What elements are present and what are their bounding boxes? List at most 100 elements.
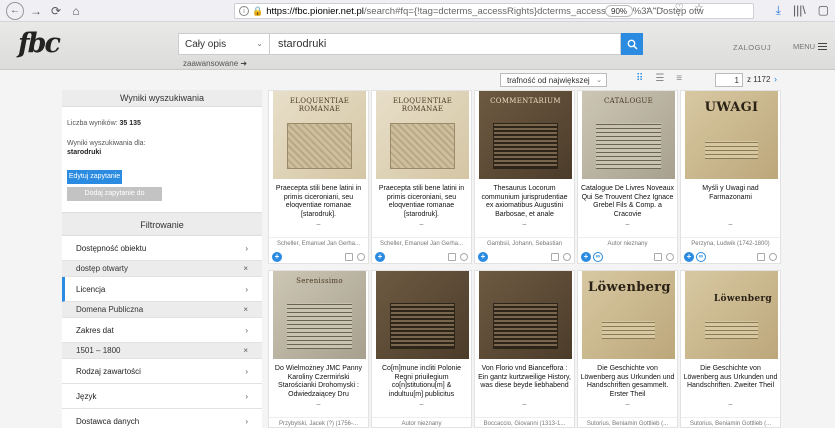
add-icon[interactable]: + [581, 252, 591, 262]
result-card[interactable]: UWAGI Myśli y Uwagi nad Farmazonami – Pe… [680, 90, 781, 264]
result-title[interactable]: Praecepta stili bene latini in primis ci… [374, 185, 469, 219]
document-icon[interactable] [551, 253, 559, 261]
add-to-favorites-button[interactable]: Dodaj zapytanie do ulubionych [67, 187, 162, 211]
chevron-right-icon: › [245, 285, 248, 294]
result-author: Przybylski, Jacek (?) (1756-... [269, 417, 368, 427]
share-icon[interactable] [666, 253, 674, 261]
result-title[interactable]: Von Florio vnd Bianceffora : Ein gantz k… [477, 365, 572, 391]
advanced-search-link[interactable]: zaawansowane ➜ [183, 59, 247, 68]
result-thumbnail[interactable]: Löwenberg [685, 271, 778, 359]
remove-filter-icon[interactable]: × [243, 261, 248, 277]
result-title[interactable]: Do Wielmożney JMC Panny Karoliny Czermiń… [271, 365, 366, 399]
result-card[interactable]: Co[m]mune incliti Polonie Regni priuileg… [371, 270, 472, 428]
result-title[interactable]: Die Geschichte von Löwenberg aus Urkunde… [580, 365, 675, 399]
document-icon[interactable] [448, 253, 456, 261]
library-icon[interactable]: |||\ [793, 3, 806, 18]
search-button[interactable] [621, 33, 643, 55]
page-actions-icons[interactable]: ··· ♡ ☆ [646, 3, 707, 14]
result-author: Gambsii, Johann, Sebastian [475, 237, 574, 247]
result-card[interactable]: Löwenberg Die Geschichte von Löwenberg a… [680, 270, 781, 428]
result-dash: – [522, 401, 527, 408]
share-icon[interactable] [460, 253, 468, 261]
thumbnail-text: ELOQUENTIAE ROMANAE [289, 97, 350, 113]
reload-icon[interactable]: ⟳ [48, 3, 64, 19]
search-icon [627, 39, 638, 50]
search-input[interactable]: starodruki [270, 33, 621, 55]
result-thumbnail[interactable]: ELOQUENTIAE ROMANAE [273, 91, 366, 179]
result-thumbnail[interactable]: Serenissimo [273, 271, 366, 359]
remove-filter-icon[interactable]: × [243, 343, 248, 359]
info-icon[interactable]: i [239, 6, 249, 16]
document-icon[interactable] [345, 253, 353, 261]
result-title[interactable]: Praecepta stili bene latini in primis ci… [271, 185, 366, 219]
result-title[interactable]: Catalogue De Livres Noveaux Qui Se Trouv… [580, 185, 675, 219]
link-icon[interactable]: ∞ [696, 252, 706, 262]
selected-filter-label: Domena Publiczna [76, 305, 144, 314]
result-card[interactable]: COMMENTARIUM Thesaurus Locorum communium… [474, 90, 575, 264]
add-icon[interactable]: + [684, 252, 694, 262]
result-card[interactable]: CATALOGUE Catalogue De Livres Noveaux Qu… [577, 90, 678, 264]
selected-filter-value: dostęp otwarty × [62, 261, 262, 277]
filter-availability[interactable]: Dostępność obiektu › [62, 236, 262, 261]
result-card[interactable]: Löwenberg Die Geschichte von Löwenberg a… [577, 270, 678, 428]
result-author: Perzyna, Ludwik (1742-1800) [681, 237, 780, 247]
filter-license[interactable]: Licencja › [62, 277, 262, 302]
menu-button[interactable]: MENU [793, 42, 828, 51]
menu-label: MENU [793, 42, 816, 51]
page-total: z 1172 [747, 75, 771, 84]
result-thumbnail[interactable]: CATALOGUE [582, 91, 675, 179]
filter-date-range[interactable]: Zakres dat › [62, 318, 262, 343]
share-icon[interactable] [563, 253, 571, 261]
result-card[interactable]: Serenissimo Do Wielmożney JMC Panny Karo… [268, 270, 369, 428]
download-icon[interactable]: ⤓ [776, 3, 781, 18]
list-view-icon[interactable]: ☰ [655, 73, 664, 84]
document-icon[interactable] [757, 253, 765, 261]
result-thumbnail[interactable] [479, 271, 572, 359]
result-card[interactable]: ELOQUENTIAE ROMANAE Praecepta stili bene… [371, 90, 472, 264]
add-icon[interactable]: + [272, 252, 282, 262]
result-title[interactable]: Co[m]mune incliti Polonie Regni priuileg… [374, 365, 469, 399]
page-number-input[interactable]: 1 [715, 73, 743, 87]
zoom-level[interactable]: 90% [605, 5, 634, 17]
chevron-right-icon: › [245, 417, 248, 426]
sort-select[interactable]: trafność od największej ⌄ [500, 73, 607, 87]
advanced-search-label: zaawansowane [183, 59, 239, 68]
result-card[interactable]: ELOQUENTIAE ROMANAE Praecepta stili bene… [268, 90, 369, 264]
result-title[interactable]: Thesaurus Locorum communium jurisprudent… [477, 185, 572, 219]
result-thumbnail[interactable]: COMMENTARIUM [479, 91, 572, 179]
results-toolbar: trafność od największej ⌄ ⠿ ☰ ≡ 1 z 1172… [0, 70, 835, 90]
result-dash: – [419, 401, 424, 408]
result-thumbnail[interactable]: UWAGI [685, 91, 778, 179]
filter-content-type[interactable]: Rodzaj zawartości › [62, 359, 262, 384]
result-title[interactable]: Die Geschichte von Löwenberg aus Urkunde… [683, 365, 778, 391]
home-icon[interactable]: ⌂ [68, 3, 84, 19]
compact-view-icon[interactable]: ≡ [676, 73, 682, 84]
logo[interactable]: fbc [18, 28, 61, 59]
results-count-value: 35 135 [119, 120, 141, 127]
back-icon[interactable]: ← [6, 1, 24, 20]
search-scope-select[interactable]: Cały opis ⌄ [178, 33, 270, 55]
add-icon[interactable]: + [375, 252, 385, 262]
result-card[interactable]: Von Florio vnd Bianceffora : Ein gantz k… [474, 270, 575, 428]
edit-query-button[interactable]: Edytuj zapytanie [67, 170, 122, 184]
sidebar-toggle-icon[interactable]: ▢ [818, 3, 829, 18]
login-link[interactable]: ZALOGUJ [733, 43, 771, 52]
grid-view-icon[interactable]: ⠿ [636, 73, 643, 84]
sort-value: trafność od największej [507, 76, 590, 85]
share-icon[interactable] [769, 253, 777, 261]
remove-filter-icon[interactable]: × [243, 302, 248, 318]
result-thumbnail[interactable]: ELOQUENTIAE ROMANAE [376, 91, 469, 179]
result-title[interactable]: Myśli y Uwagi nad Farmazonami [683, 185, 778, 202]
share-icon[interactable] [357, 253, 365, 261]
link-icon[interactable]: ∞ [593, 252, 603, 262]
add-icon[interactable]: + [478, 252, 488, 262]
selected-filter-value: Domena Publiczna × [62, 302, 262, 318]
filter-language[interactable]: Język › [62, 384, 262, 409]
thumbnail-text: COMMENTARIUM [490, 97, 561, 105]
document-icon[interactable] [654, 253, 662, 261]
result-thumbnail[interactable]: Löwenberg [582, 271, 675, 359]
next-page-icon[interactable]: › [774, 74, 777, 84]
filter-data-provider[interactable]: Dostawca danych › [62, 409, 262, 428]
forward-icon[interactable]: → [28, 3, 44, 19]
result-thumbnail[interactable] [376, 271, 469, 359]
